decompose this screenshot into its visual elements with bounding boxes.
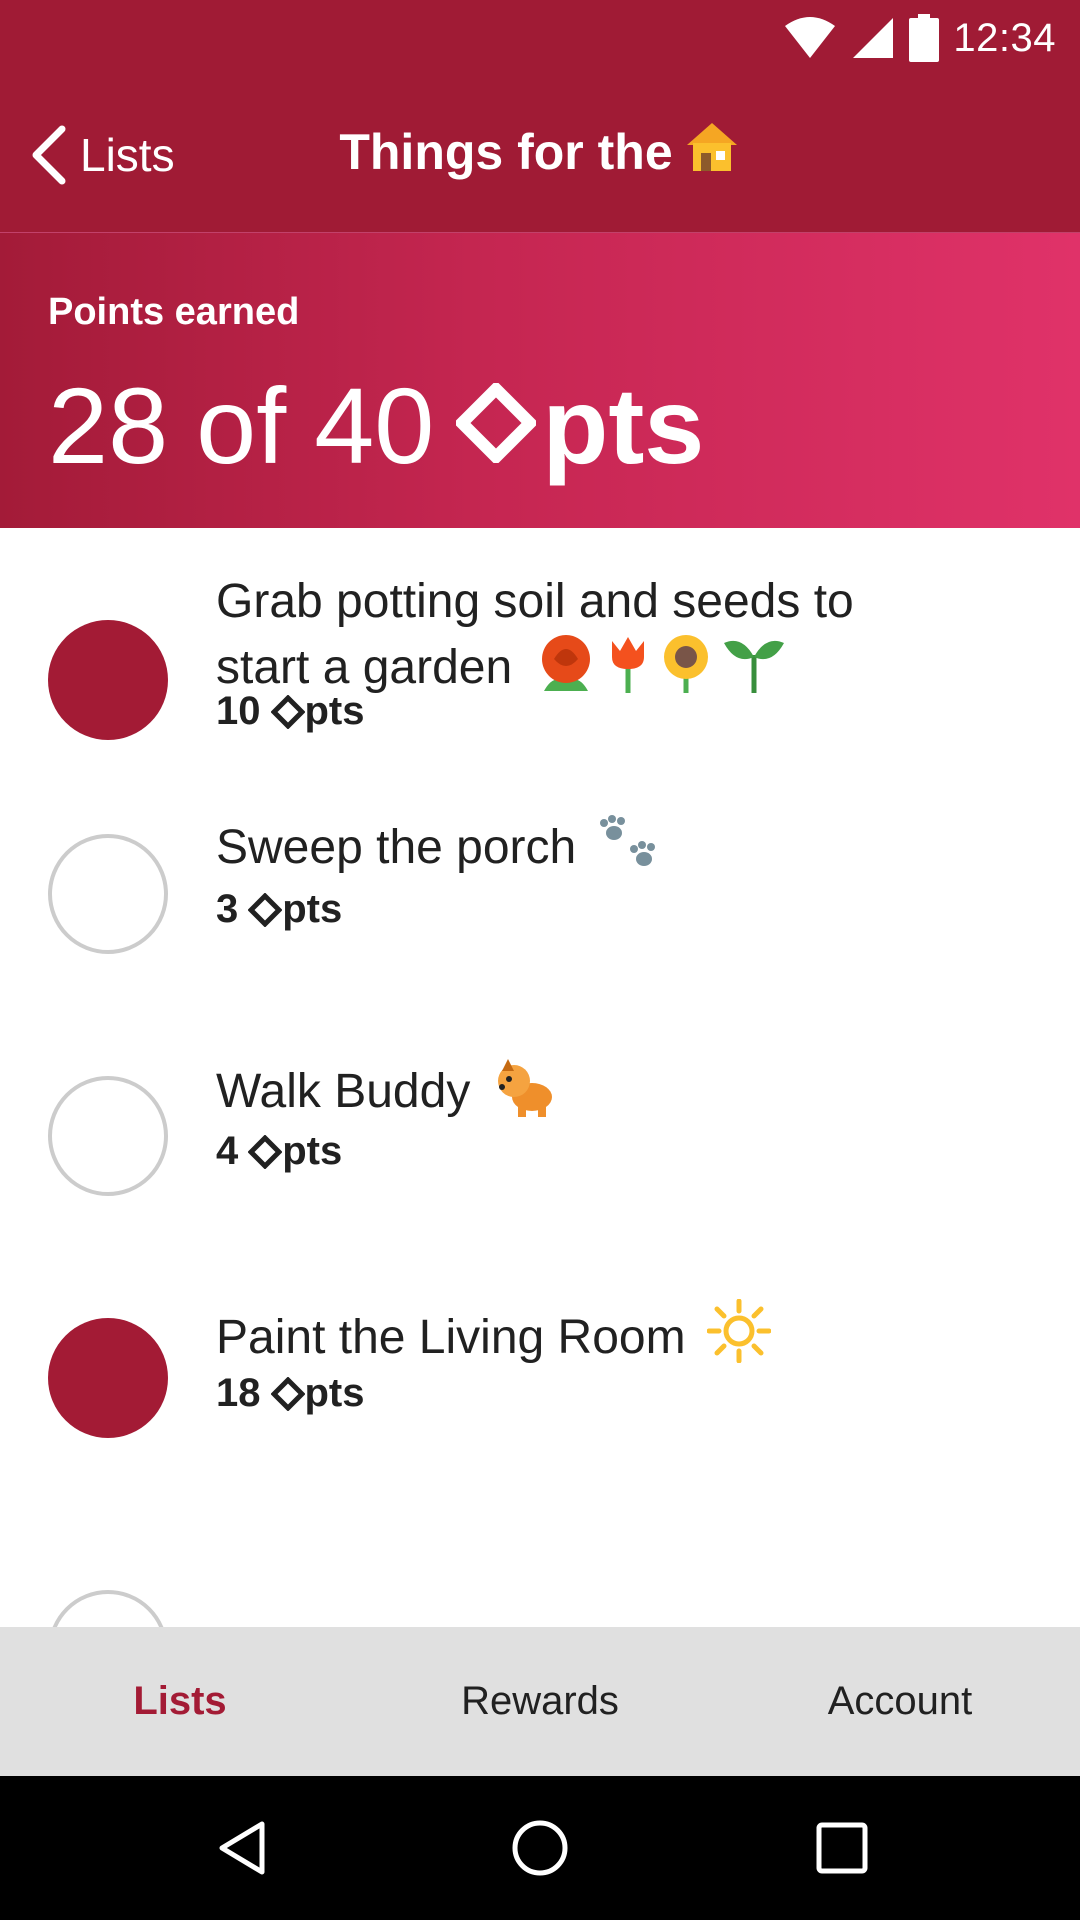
complete-toggle[interactable] — [48, 834, 168, 954]
tab-rewards[interactable]: Rewards — [360, 1627, 720, 1776]
points-of: of — [196, 365, 287, 486]
task-points: 4 pts — [216, 1129, 342, 1174]
task-title-text: Sweep the porch — [216, 821, 577, 874]
points-unit-label: pts — [542, 365, 705, 486]
task-points-value: 4 — [216, 1129, 239, 1173]
points-total: 40 — [314, 365, 435, 486]
task-title-text: Walk Buddy — [216, 1065, 471, 1118]
sun-icon — [706, 1298, 772, 1379]
bottom-tab-bar: Lists Rewards Account — [0, 1627, 1080, 1776]
points-summary: 28 of 40 pts — [48, 363, 704, 488]
list-item[interactable]: Walk Buddy 4 pts — [0, 1014, 1080, 1256]
task-points-unit: pts — [304, 1371, 365, 1415]
clock: 12:34 — [953, 15, 1056, 60]
house-icon — [683, 117, 741, 187]
task-title: Paint the Living Room — [216, 1298, 1016, 1379]
complete-toggle[interactable] — [48, 1318, 168, 1438]
task-title: Sweep the porch — [216, 815, 1016, 889]
diamond-icon — [248, 1134, 283, 1169]
task-points: 3 pts — [216, 887, 342, 932]
home-nav-icon[interactable] — [510, 1818, 570, 1878]
diamond-icon — [270, 694, 305, 729]
list-item[interactable]: Sweep the porch 3 pts — [0, 772, 1080, 1014]
page-title-text: Things for the — [339, 124, 673, 180]
diamond-icon — [456, 383, 537, 463]
points-caption: Points earned — [48, 291, 300, 333]
task-title: Walk Buddy — [216, 1057, 1016, 1133]
list-item[interactable]: Paint the Living Room 18 pts — [0, 1256, 1080, 1498]
points-unit: pts — [456, 363, 704, 488]
diamond-icon — [270, 1376, 305, 1411]
points-banner: Points earned 28 of 40 pts — [0, 232, 1080, 528]
dog-icon — [492, 1057, 558, 1133]
task-title-text: Paint the Living Room — [216, 1311, 686, 1364]
tulip-icon — [606, 633, 650, 709]
complete-toggle[interactable] — [48, 620, 168, 740]
task-points-value: 3 — [216, 887, 239, 931]
tab-lists[interactable]: Lists — [0, 1627, 360, 1776]
wifi-icon — [785, 17, 836, 58]
diamond-icon — [248, 892, 283, 927]
list-item[interactable] — [0, 1498, 1080, 1627]
task-title-text: start a garden — [216, 641, 513, 694]
list-item[interactable]: Grab potting soil and seeds to start a g… — [0, 527, 1080, 772]
page-title: Things for the — [0, 117, 1080, 187]
back-nav-icon[interactable] — [212, 1818, 272, 1878]
top-bar: 12:34 Lists Things for the — [0, 0, 1080, 232]
recents-nav-icon[interactable] — [812, 1818, 872, 1878]
paw-prints-icon — [598, 815, 664, 889]
rose-icon — [534, 633, 598, 709]
task-points: 10 pts — [216, 689, 365, 734]
task-points-value: 10 — [216, 689, 261, 733]
task-points-unit: pts — [282, 1129, 343, 1173]
task-points-value: 18 — [216, 1371, 261, 1415]
complete-toggle[interactable] — [48, 1076, 168, 1196]
seedling-icon — [722, 633, 786, 709]
system-nav-bar — [0, 1776, 1080, 1920]
status-bar: 12:34 — [0, 0, 1080, 75]
complete-toggle[interactable] — [48, 1590, 168, 1627]
task-title-line: Grab potting soil and seeds to — [216, 575, 854, 628]
task-points: 18 pts — [216, 1371, 365, 1416]
app-bar: Lists Things for the — [0, 75, 1080, 232]
task-points-unit: pts — [282, 887, 343, 931]
task-list[interactable]: Grab potting soil and seeds to start a g… — [0, 527, 1080, 1627]
battery-icon — [909, 14, 940, 62]
status-icons: 12:34 — [783, 10, 1056, 66]
points-earned: 28 — [48, 365, 169, 486]
signal-icon — [853, 18, 894, 58]
task-points-unit: pts — [304, 689, 365, 733]
sunflower-icon — [658, 633, 714, 709]
tab-account[interactable]: Account — [720, 1627, 1080, 1776]
